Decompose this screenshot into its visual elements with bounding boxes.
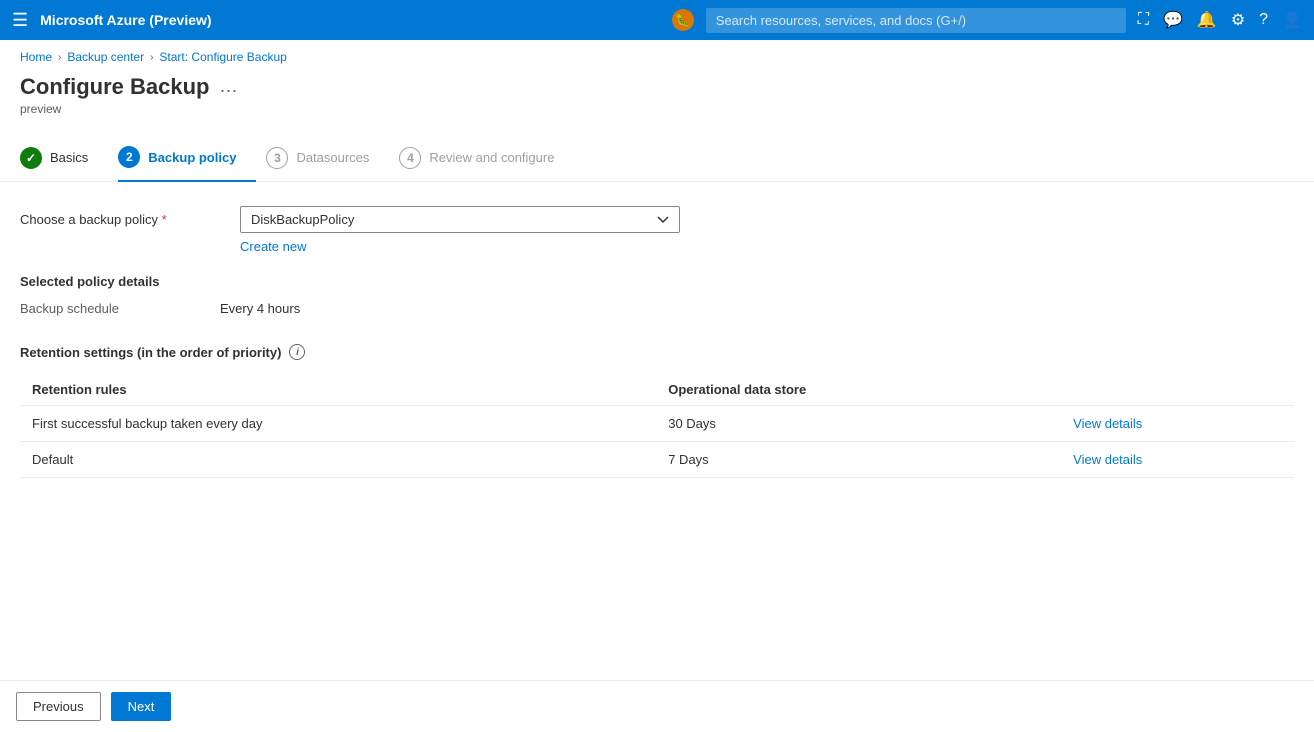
page-subtitle: preview [20, 102, 209, 116]
info-icon[interactable]: i [289, 344, 305, 360]
step-datasources[interactable]: 3 Datasources [266, 137, 389, 181]
create-new-link[interactable]: Create new [240, 239, 680, 254]
backup-policy-dropdown[interactable]: DiskBackupPolicyDefaultPolicy [240, 206, 680, 233]
user-icon[interactable]: 👤 [1282, 10, 1302, 30]
settings-icon[interactable]: ⚙ [1231, 10, 1245, 30]
feedback-icon[interactable]: 💬 [1163, 10, 1183, 30]
step-2-circle: 2 [118, 146, 140, 168]
breadcrumb-home[interactable]: Home [20, 50, 52, 64]
steps-bar: ✓ Basics 2 Backup policy 3 Datasources 4… [0, 126, 1314, 182]
retention-table: Retention rules Operational data store F… [20, 374, 1294, 478]
step-1-label: Basics [50, 150, 88, 165]
view-details-link-2[interactable]: View details [1073, 452, 1142, 467]
app-title: Microsoft Azure (Preview) [40, 12, 660, 28]
table-row: First successful backup taken every day … [20, 406, 1294, 442]
step-3-label: Datasources [296, 150, 369, 165]
col-retention-rules: Retention rules [20, 374, 656, 406]
help-icon[interactable]: ? [1259, 11, 1268, 29]
breadcrumb-sep-2: › [150, 52, 153, 63]
search-input[interactable] [706, 8, 1126, 33]
backup-policy-row: Choose a backup policy * DiskBackupPolic… [20, 206, 1294, 254]
retention-rule-1: First successful backup taken every day [20, 406, 656, 442]
step-3-circle: 3 [266, 147, 288, 169]
bug-icon[interactable]: 🐛 [672, 9, 694, 31]
retention-action-2: View details [1061, 442, 1294, 478]
screen-icon[interactable]: ⛶ [1138, 11, 1149, 29]
step-backup-policy[interactable]: 2 Backup policy [118, 136, 256, 182]
retention-title-row: Retention settings (in the order of prio… [20, 344, 1294, 360]
main-content: Choose a backup policy * DiskBackupPolic… [0, 182, 1314, 502]
page-title: Configure Backup [20, 74, 209, 100]
backup-policy-control: DiskBackupPolicyDefaultPolicy Create new [240, 206, 680, 254]
col-actions [1061, 374, 1294, 406]
step-4-label: Review and configure [429, 150, 554, 165]
topbar: ☰ Microsoft Azure (Preview) 🐛 ⛶ 💬 🔔 ⚙ ? … [0, 0, 1314, 40]
next-button[interactable]: Next [111, 692, 172, 721]
policy-details-title: Selected policy details [20, 274, 1294, 289]
footer: Previous Next [0, 680, 1314, 732]
bell-icon[interactable]: 🔔 [1197, 10, 1217, 30]
breadcrumb-sep-1: › [58, 52, 61, 63]
step-4-circle: 4 [399, 147, 421, 169]
step-review[interactable]: 4 Review and configure [399, 137, 574, 181]
topbar-icons: ⛶ 💬 🔔 ⚙ ? 👤 [1138, 10, 1302, 30]
view-details-link-1[interactable]: View details [1073, 416, 1142, 431]
backup-schedule-value: Every 4 hours [220, 301, 300, 316]
retention-store-2: 7 Days [656, 442, 1061, 478]
page-menu-icon[interactable]: ··· [219, 80, 237, 101]
col-operational-store: Operational data store [656, 374, 1061, 406]
backup-policy-label: Choose a backup policy * [20, 206, 220, 227]
retention-action-1: View details [1061, 406, 1294, 442]
page-header: Configure Backup preview ··· [0, 74, 1314, 126]
policy-schedule-row: Backup schedule Every 4 hours [20, 301, 1294, 316]
required-indicator: * [162, 212, 167, 227]
step-1-circle: ✓ [20, 147, 42, 169]
breadcrumb-configure[interactable]: Start: Configure Backup [159, 50, 286, 64]
step-basics[interactable]: ✓ Basics [20, 137, 108, 181]
table-header-row: Retention rules Operational data store [20, 374, 1294, 406]
step-2-label: Backup policy [148, 150, 236, 165]
retention-store-1: 30 Days [656, 406, 1061, 442]
previous-button[interactable]: Previous [16, 692, 101, 721]
breadcrumb: Home › Backup center › Start: Configure … [0, 40, 1314, 74]
hamburger-icon[interactable]: ☰ [12, 10, 28, 31]
retention-rule-2: Default [20, 442, 656, 478]
breadcrumb-backup-center[interactable]: Backup center [67, 50, 144, 64]
table-row: Default 7 Days View details [20, 442, 1294, 478]
retention-title: Retention settings (in the order of prio… [20, 345, 281, 360]
backup-schedule-label: Backup schedule [20, 301, 220, 316]
